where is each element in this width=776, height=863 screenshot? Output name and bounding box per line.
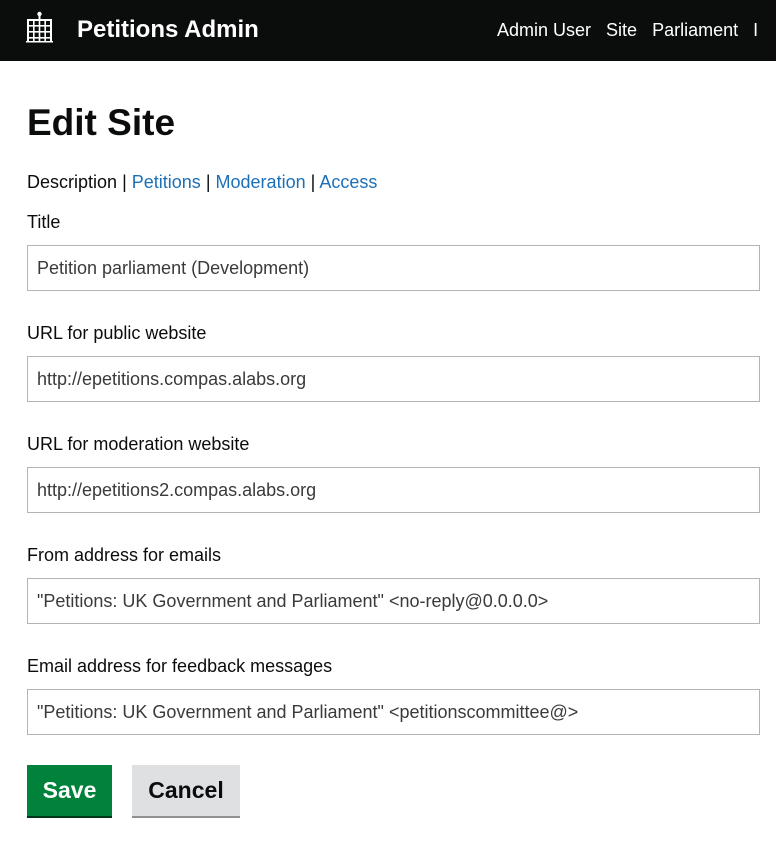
feedback-email-label: Email address for feedback messages (27, 656, 333, 676)
tab-separator: | (310, 172, 316, 192)
nav-site[interactable]: Site (606, 20, 637, 41)
title-field[interactable] (27, 245, 760, 291)
tab-separator: | (205, 172, 211, 192)
moderation-url-label: URL for moderation website (27, 434, 250, 454)
tab-petitions[interactable]: Petitions (132, 172, 201, 192)
app-title: Petitions Admin (77, 16, 259, 43)
from-email-field[interactable] (27, 578, 760, 624)
tab-separator: | (122, 172, 127, 192)
tab-description: Description (27, 172, 118, 192)
top-nav: Admin User Site Parliament I (497, 20, 773, 41)
feedback-email-field[interactable] (27, 689, 760, 735)
nav-admin-user[interactable]: Admin User (497, 20, 591, 41)
moderation-url-field[interactable] (27, 467, 760, 513)
cancel-button[interactable]: Cancel (132, 765, 240, 816)
section-tabs: Description | Petitions | Moderation | A… (27, 172, 377, 193)
public-url-field[interactable] (27, 356, 760, 402)
title-label: Title (27, 212, 61, 232)
save-button[interactable]: Save (27, 765, 112, 816)
nav-parliament[interactable]: Parliament (652, 20, 738, 41)
tab-moderation[interactable]: Moderation (216, 172, 306, 192)
from-email-label: From address for emails (27, 545, 222, 565)
top-header: Petitions Admin Admin User Site Parliame… (0, 0, 776, 61)
public-url-label: URL for public website (27, 323, 207, 343)
tab-access[interactable]: Access (319, 172, 377, 192)
nav-more[interactable]: I (753, 20, 758, 41)
home-link[interactable]: Petitions Admin (26, 11, 259, 44)
page-title: Edit Site (27, 102, 176, 143)
portcullis-icon (26, 11, 53, 44)
